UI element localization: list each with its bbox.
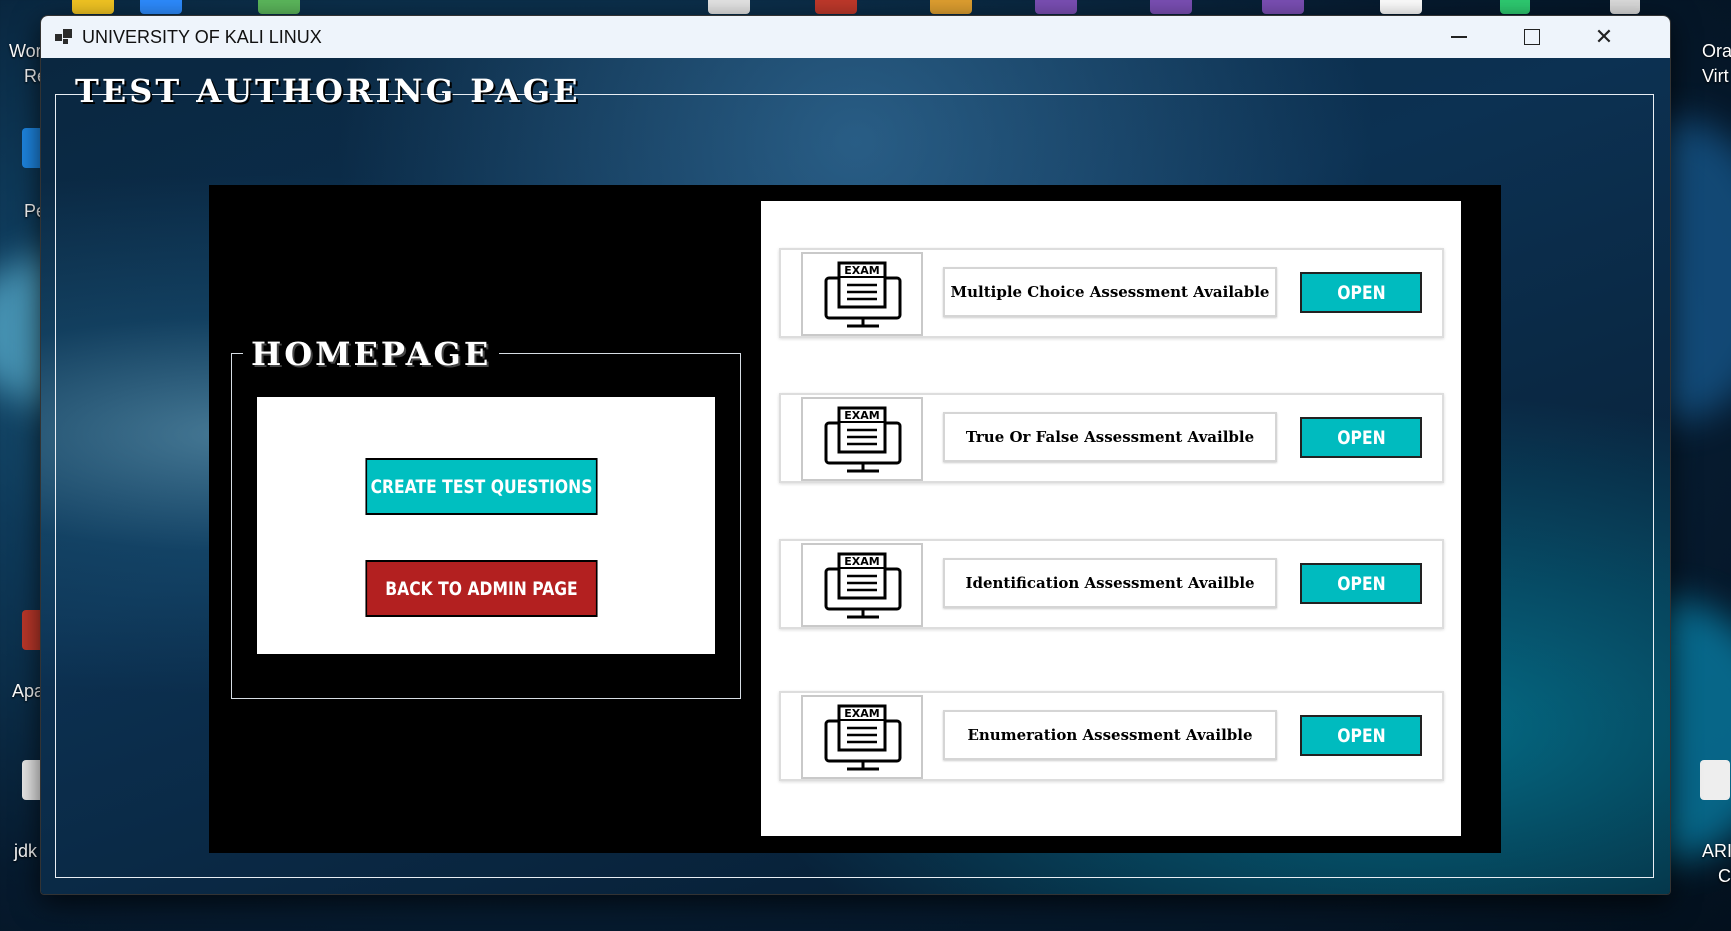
desktop-app-icon[interactable] bbox=[1035, 0, 1077, 14]
app-window: UNIVERSITY OF KALI LINUX ✕ TEST AUTHORIN… bbox=[40, 15, 1671, 895]
open-button[interactable]: OPEN bbox=[1300, 715, 1422, 756]
desktop-app-icon[interactable] bbox=[708, 0, 750, 14]
close-icon: ✕ bbox=[1594, 24, 1614, 50]
maximize-icon bbox=[1524, 29, 1540, 45]
desktop-label[interactable]: ARI bbox=[1702, 841, 1731, 862]
svg-text:EXAM: EXAM bbox=[844, 409, 879, 422]
svg-text:EXAM: EXAM bbox=[844, 555, 879, 568]
exam-icon-box: EXAM bbox=[801, 397, 923, 481]
desktop-app-icon[interactable] bbox=[1610, 0, 1640, 14]
svg-text:EXAM: EXAM bbox=[844, 264, 879, 277]
desktop-app-icon[interactable] bbox=[1380, 0, 1422, 14]
assessment-label: Multiple Choice Assessment Available bbox=[943, 267, 1277, 317]
svg-text:EXAM: EXAM bbox=[844, 707, 879, 720]
page-title: TEST AUTHORING PAGE bbox=[75, 72, 581, 110]
exam-icon: EXAM bbox=[824, 261, 902, 328]
exam-icon-box: EXAM bbox=[801, 252, 923, 336]
zoom-app-icon[interactable] bbox=[140, 0, 182, 14]
homepage-title: HOMEPAGE bbox=[243, 336, 500, 372]
desktop-app-icon[interactable] bbox=[258, 0, 300, 14]
open-button[interactable]: OPEN bbox=[1300, 272, 1422, 313]
exam-icon: EXAM bbox=[824, 406, 902, 473]
open-button[interactable]: OPEN bbox=[1300, 417, 1422, 458]
desktop-app-icon[interactable] bbox=[1500, 0, 1530, 14]
desktop-label[interactable]: Virt bbox=[1702, 66, 1729, 87]
title-bar[interactable]: UNIVERSITY OF KALI LINUX ✕ bbox=[41, 16, 1670, 58]
desktop-app-icon[interactable] bbox=[815, 0, 857, 14]
exam-icon: EXAM bbox=[824, 552, 902, 619]
close-button[interactable]: ✕ bbox=[1568, 16, 1640, 58]
desktop-app-icon[interactable] bbox=[1262, 0, 1304, 14]
minimize-icon bbox=[1451, 36, 1467, 38]
assessment-label: Identification Assessment Availble bbox=[943, 558, 1277, 608]
assessment-row: EXAM True Or False Assessment Availble O… bbox=[779, 393, 1444, 483]
desktop-app-icon[interactable] bbox=[930, 0, 972, 14]
minimize-button[interactable] bbox=[1423, 16, 1495, 58]
open-button[interactable]: OPEN bbox=[1300, 563, 1422, 604]
exam-icon-box: EXAM bbox=[801, 543, 923, 627]
app-icon bbox=[55, 29, 73, 45]
create-test-questions-button[interactable]: CREATE TEST QUESTIONS bbox=[365, 458, 598, 515]
maximize-button[interactable] bbox=[1496, 16, 1568, 58]
assessment-row: EXAM Identification Assessment Availble … bbox=[779, 539, 1444, 629]
assessment-label: Enumeration Assessment Availble bbox=[943, 710, 1277, 760]
desktop-label[interactable]: jdk bbox=[14, 841, 37, 862]
desktop-label[interactable]: Ora bbox=[1702, 41, 1731, 62]
taskbar-app-icon[interactable] bbox=[72, 0, 114, 14]
back-to-admin-page-button[interactable]: BACK TO ADMIN PAGE bbox=[365, 560, 598, 617]
assessment-row: EXAM Multiple Choice Assessment Availabl… bbox=[779, 248, 1444, 338]
exam-icon: EXAM bbox=[824, 704, 902, 771]
assessment-label: True Or False Assessment Availble bbox=[943, 412, 1277, 462]
desktop-app-icon[interactable] bbox=[1150, 0, 1192, 14]
assessment-row: EXAM Enumeration Assessment Availble OPE… bbox=[779, 691, 1444, 781]
client-area: TEST AUTHORING PAGE HOMEPAGE CREATE TEST… bbox=[41, 58, 1670, 894]
desktop-label[interactable]: Wor bbox=[9, 41, 42, 62]
window-title: UNIVERSITY OF KALI LINUX bbox=[82, 27, 322, 47]
desktop-label[interactable]: C bbox=[1718, 866, 1731, 887]
desktop-shortcut-icon[interactable] bbox=[1700, 760, 1730, 800]
exam-icon-box: EXAM bbox=[801, 695, 923, 779]
